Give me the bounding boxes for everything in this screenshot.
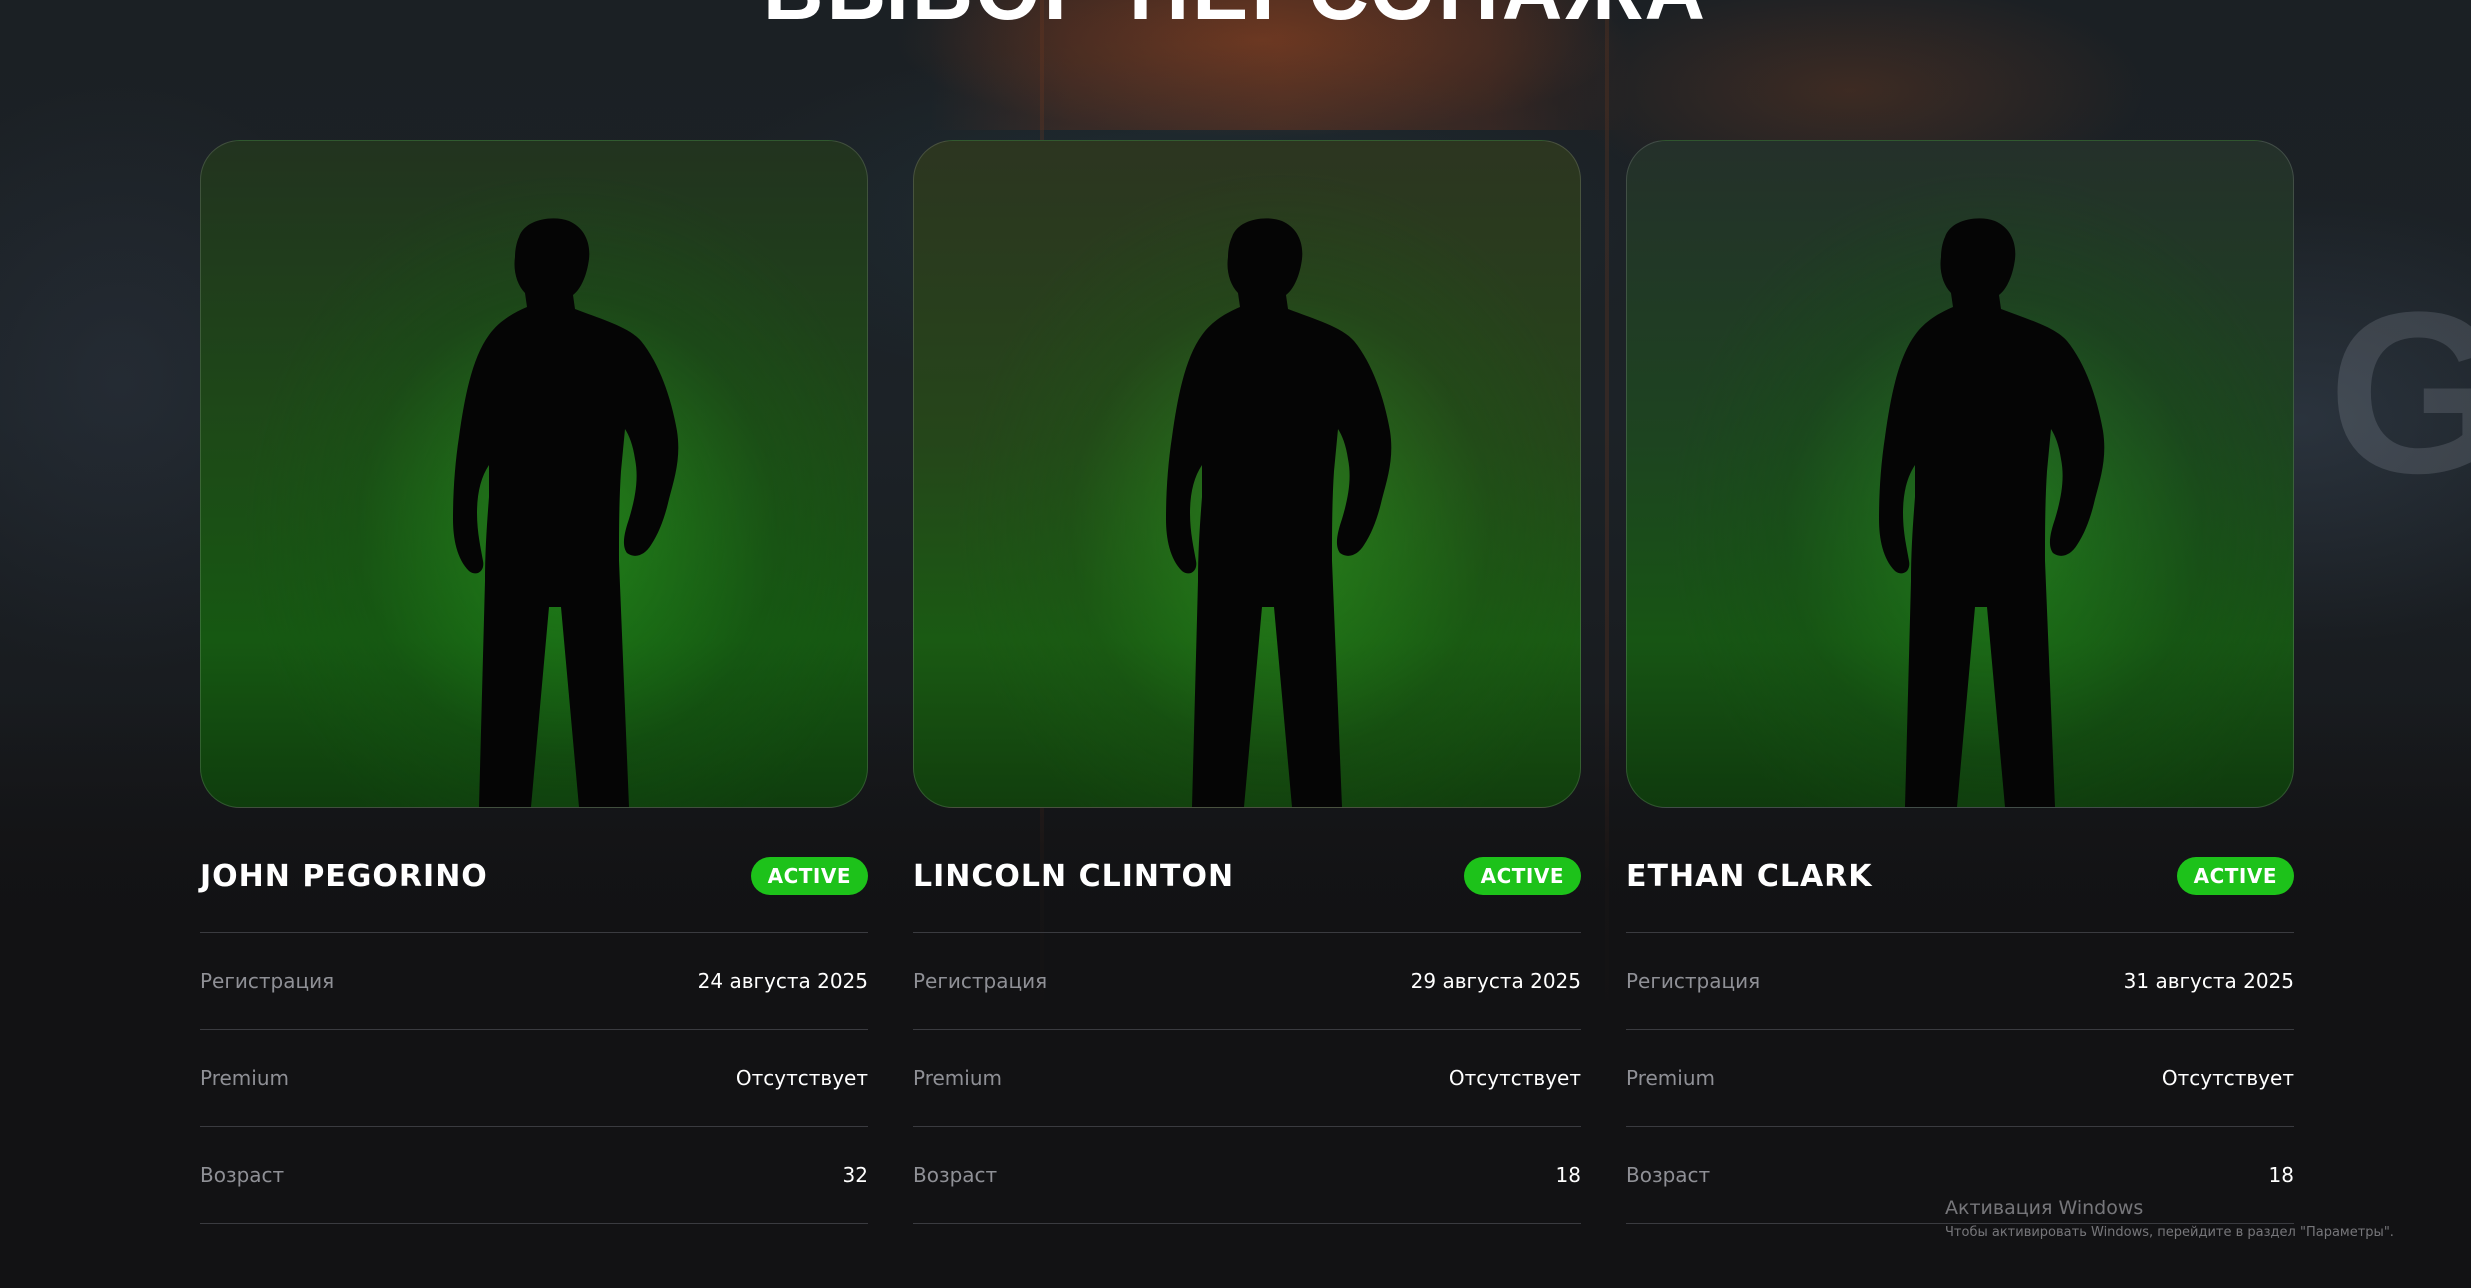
info-label: Возраст bbox=[1626, 1163, 1711, 1187]
info-row-registration: Регистрация 31 августа 2025 bbox=[1626, 933, 2294, 1030]
character-info: JOHN PEGORINO ACTIVE Регистрация 24 авгу… bbox=[200, 856, 868, 1224]
info-label: Возраст bbox=[913, 1163, 998, 1187]
character-name: ETHAN CLARK bbox=[1626, 858, 1873, 894]
character-header: LINCOLN CLINTON ACTIVE bbox=[913, 856, 1581, 933]
character-silhouette-image bbox=[453, 218, 679, 807]
info-label: Регистрация bbox=[913, 969, 1048, 993]
info-label: Регистрация bbox=[1626, 969, 1761, 993]
character-cards: JOHN PEGORINO ACTIVE Регистрация 24 авгу… bbox=[200, 140, 2294, 1224]
character-silhouette-image bbox=[1166, 218, 1392, 807]
info-label: Premium bbox=[1626, 1066, 1715, 1090]
info-value: Отсутствует bbox=[735, 1066, 868, 1090]
character-header: ETHAN CLARK ACTIVE bbox=[1626, 856, 2294, 933]
watermark-title: Активация Windows bbox=[1945, 1197, 2144, 1219]
character-card[interactable]: ETHAN CLARK ACTIVE Регистрация 31 август… bbox=[1626, 140, 2294, 1224]
character-portrait[interactable] bbox=[913, 140, 1581, 808]
character-portrait[interactable] bbox=[1626, 140, 2294, 808]
info-value: 29 августа 2025 bbox=[1410, 969, 1581, 993]
info-value: 18 bbox=[2268, 1163, 2294, 1187]
watermark-subtitle: Чтобы активировать Windows, перейдите в … bbox=[1945, 1225, 2394, 1240]
info-row-premium: Premium Отсутствует bbox=[913, 1030, 1581, 1127]
character-select-page: G ВЫБОР ПЕРСОНАЖА JOHN PEGORINO ACTIVE Р… bbox=[0, 0, 2471, 1288]
character-silhouette-image bbox=[1879, 218, 2105, 807]
info-label: Premium bbox=[913, 1066, 1002, 1090]
info-row-registration: Регистрация 29 августа 2025 bbox=[913, 933, 1581, 1030]
info-label: Premium bbox=[200, 1066, 289, 1090]
character-card[interactable]: JOHN PEGORINO ACTIVE Регистрация 24 авгу… bbox=[200, 140, 868, 1224]
info-label: Возраст bbox=[200, 1163, 285, 1187]
page-title: ВЫБОР ПЕРСОНАЖА bbox=[0, 0, 2471, 39]
status-badge: ACTIVE bbox=[1463, 857, 1581, 895]
status-badge: ACTIVE bbox=[750, 857, 868, 895]
info-label: Регистрация bbox=[200, 969, 335, 993]
info-value: 32 bbox=[842, 1163, 868, 1187]
info-value: 31 августа 2025 bbox=[2123, 969, 2294, 993]
character-card[interactable]: LINCOLN CLINTON ACTIVE Регистрация 29 ав… bbox=[913, 140, 1581, 1224]
info-value: Отсутствует bbox=[1448, 1066, 1581, 1090]
windows-activation-watermark: Активация Windows Чтобы активировать Win… bbox=[1945, 1197, 2394, 1240]
character-info: LINCOLN CLINTON ACTIVE Регистрация 29 ав… bbox=[913, 856, 1581, 1224]
character-info: ETHAN CLARK ACTIVE Регистрация 31 август… bbox=[1626, 856, 2294, 1224]
status-badge: ACTIVE bbox=[2176, 857, 2294, 895]
info-row-premium: Premium Отсутствует bbox=[200, 1030, 868, 1127]
info-row-age: Возраст 32 bbox=[200, 1127, 868, 1224]
character-name: JOHN PEGORINO bbox=[200, 858, 488, 894]
info-value: 24 августа 2025 bbox=[697, 969, 868, 993]
character-header: JOHN PEGORINO ACTIVE bbox=[200, 856, 868, 933]
info-value: Отсутствует bbox=[2161, 1066, 2294, 1090]
info-row-premium: Premium Отсутствует bbox=[1626, 1030, 2294, 1127]
background-container-logo: G bbox=[2328, 264, 2471, 521]
info-value: 18 bbox=[1555, 1163, 1581, 1187]
info-row-registration: Регистрация 24 августа 2025 bbox=[200, 933, 868, 1030]
character-name: LINCOLN CLINTON bbox=[913, 858, 1235, 894]
info-row-age: Возраст 18 bbox=[913, 1127, 1581, 1224]
character-portrait[interactable] bbox=[200, 140, 868, 808]
